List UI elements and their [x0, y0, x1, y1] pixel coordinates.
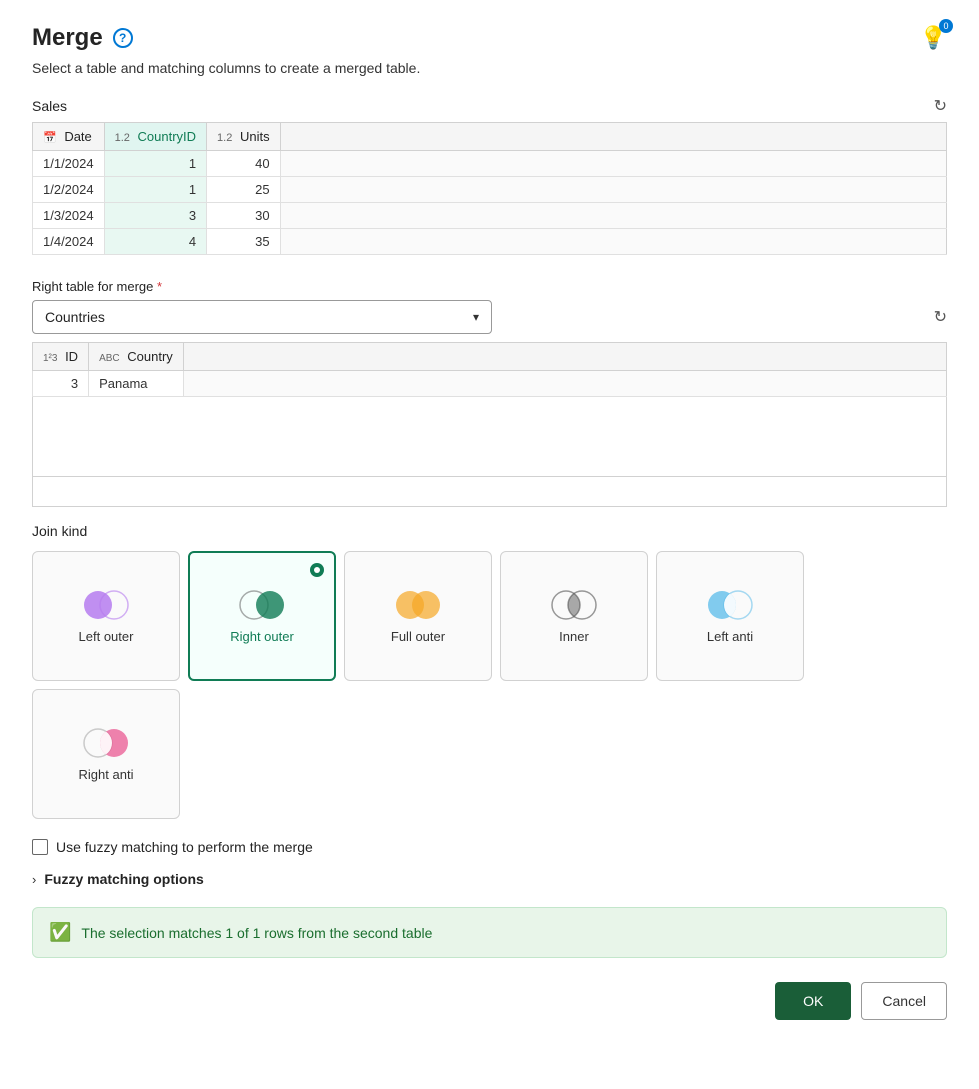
subtitle: Select a table and matching columns to c… — [32, 60, 947, 76]
join-card-full-outer-label: Full outer — [391, 629, 445, 644]
countries-col-id[interactable]: 1²3 ID — [33, 343, 89, 371]
join-card-left-outer-label: Left outer — [79, 629, 134, 644]
join-card-right-anti[interactable]: Right anti — [32, 689, 180, 819]
table-row: 1/2/2024 1 25 — [33, 177, 947, 203]
selected-indicator — [310, 563, 324, 577]
join-card-left-outer[interactable]: Left outer — [32, 551, 180, 681]
table-row-empty — [33, 397, 947, 477]
status-bar: ✅ The selection matches 1 of 1 rows from… — [32, 907, 947, 958]
refresh-sales-icon[interactable]: ↻ — [934, 96, 947, 116]
chevron-down-icon: ▾ — [473, 310, 479, 324]
fuzzy-checkbox-row[interactable]: Use fuzzy matching to perform the merge — [32, 839, 947, 855]
join-card-right-outer-label: Right outer — [230, 629, 294, 644]
join-card-left-anti[interactable]: Left anti — [656, 551, 804, 681]
table-row: 1/1/2024 1 40 — [33, 151, 947, 177]
page-title: Merge — [32, 24, 103, 52]
join-kind-label: Join kind — [32, 523, 947, 539]
join-card-inner-label: Inner — [559, 629, 589, 644]
check-icon: ✅ — [49, 922, 71, 943]
footer-buttons: OK Cancel — [32, 982, 947, 1020]
table-row: 1/4/2024 4 35 — [33, 229, 947, 255]
fuzzy-section-label: Fuzzy matching options — [44, 871, 203, 887]
fuzzy-section-toggle[interactable]: › Fuzzy matching options — [32, 871, 947, 887]
join-card-right-outer[interactable]: Right outer — [188, 551, 336, 681]
countries-col-empty — [183, 343, 946, 371]
status-message: The selection matches 1 of 1 rows from t… — [81, 925, 432, 941]
lightbulb-button[interactable]: 💡 0 — [920, 25, 947, 51]
join-options: Left outer Right outer Full outer Inner — [32, 551, 947, 819]
help-icon[interactable]: ? — [113, 28, 133, 48]
join-card-inner[interactable]: Inner — [500, 551, 648, 681]
sales-label: Sales — [32, 98, 67, 114]
sales-col-empty — [280, 123, 946, 151]
table-row: 3 Panama — [33, 371, 947, 397]
join-card-right-anti-label: Right anti — [79, 767, 134, 782]
join-card-left-anti-label: Left anti — [707, 629, 753, 644]
right-table-dropdown[interactable]: Countries ▾ — [32, 300, 492, 334]
fuzzy-checkbox-label: Use fuzzy matching to perform the merge — [56, 839, 313, 855]
fuzzy-checkbox[interactable] — [32, 839, 48, 855]
sales-col-units[interactable]: 1.2 Units — [207, 123, 281, 151]
sales-table: 📅 Date 1.2 CountryID 1.2 Units 1/1/2024 … — [32, 122, 947, 255]
join-card-full-outer[interactable]: Full outer — [344, 551, 492, 681]
cancel-button[interactable]: Cancel — [861, 982, 947, 1020]
refresh-countries-icon[interactable]: ↻ — [934, 307, 947, 327]
countries-table: 1²3 ID ABC Country 3 Panama — [32, 342, 947, 477]
ok-button[interactable]: OK — [775, 982, 851, 1020]
right-table-label: Right table for merge — [32, 279, 153, 294]
countries-col-country[interactable]: ABC Country — [89, 343, 184, 371]
table-row: 1/3/2024 3 30 — [33, 203, 947, 229]
sales-col-date[interactable]: 📅 Date — [33, 123, 105, 151]
lightbulb-badge: 0 — [939, 19, 953, 33]
required-star: * — [157, 279, 162, 294]
sales-col-countryid[interactable]: 1.2 CountryID — [104, 123, 206, 151]
chevron-right-icon: › — [32, 872, 36, 887]
